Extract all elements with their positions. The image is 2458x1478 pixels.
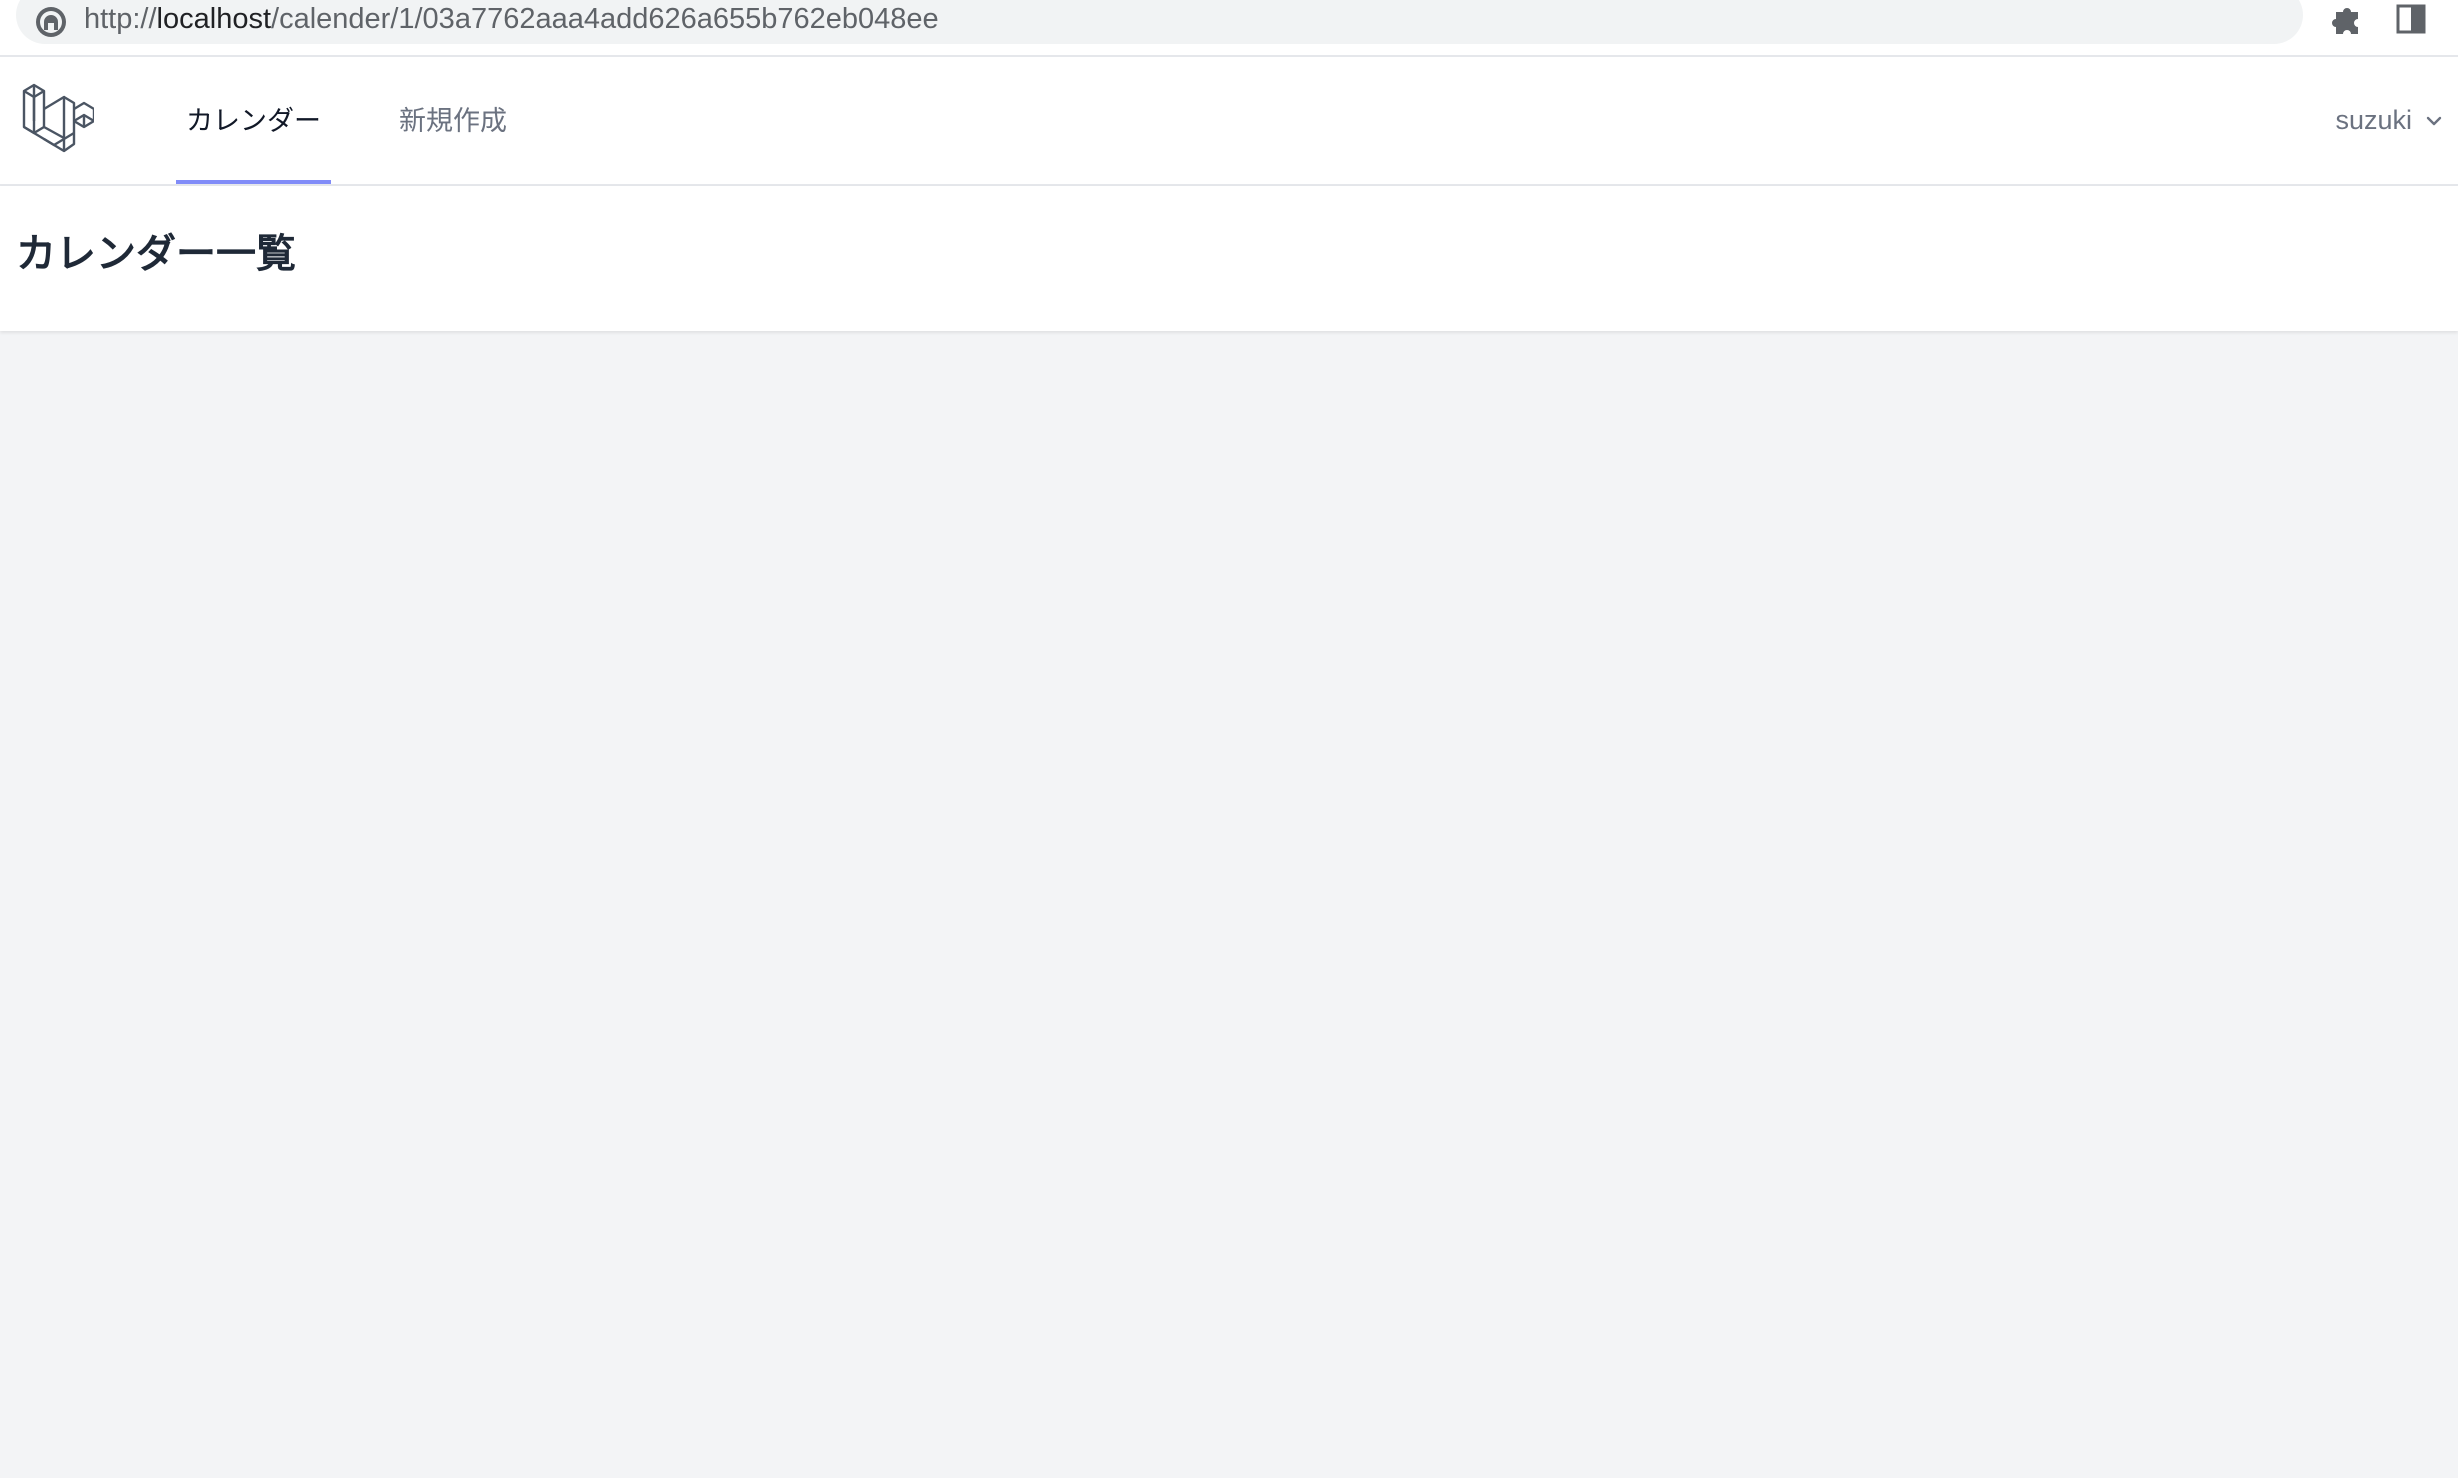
main-navigation: カレンダー 新規作成 suzuki bbox=[0, 57, 2458, 186]
url-host: localhost bbox=[156, 3, 272, 35]
chevron-down-icon bbox=[2426, 116, 2442, 125]
side-panel-icon[interactable] bbox=[2394, 2, 2428, 36]
nav-link-calendar-label: カレンダー bbox=[186, 106, 321, 136]
browser-toolbar: http://localhost/calender/1/03a7762aaa4a… bbox=[0, 0, 2458, 57]
url-path: /calender/1/03a7762aaa4add626a655b762eb0… bbox=[271, 3, 939, 35]
url-scheme: http:// bbox=[84, 3, 157, 35]
laravel-logo-icon[interactable] bbox=[22, 81, 94, 155]
nav-link-new-label: 新規作成 bbox=[399, 106, 507, 136]
nav-link-new[interactable]: 新規作成 bbox=[389, 57, 517, 184]
page-title: カレンダー一覧 bbox=[16, 232, 296, 276]
url-text[interactable]: http://localhost/calender/1/03a7762aaa4a… bbox=[84, 2, 939, 36]
nav-link-calendar[interactable]: カレンダー bbox=[176, 57, 331, 184]
page-header: カレンダー一覧 bbox=[0, 186, 2458, 331]
extensions-puzzle-icon[interactable] bbox=[2330, 2, 2364, 36]
user-dropdown[interactable]: suzuki bbox=[2335, 57, 2444, 184]
user-name: suzuki bbox=[2335, 105, 2412, 135]
site-info-icon[interactable] bbox=[34, 5, 68, 39]
